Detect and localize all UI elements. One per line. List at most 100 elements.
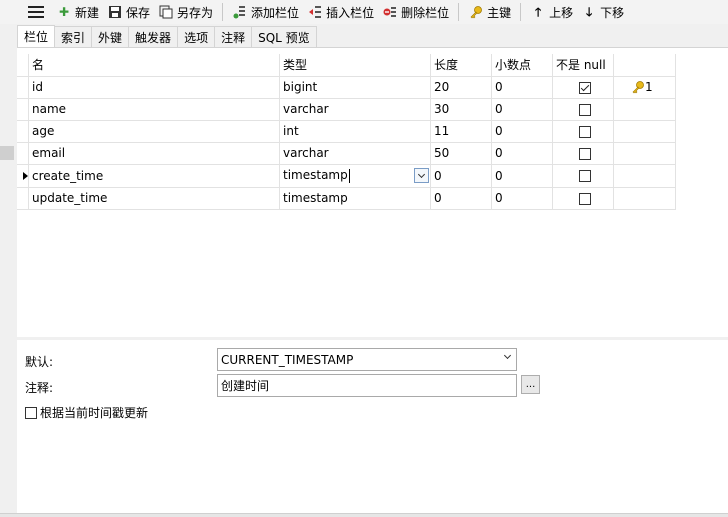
row-indicator (17, 142, 29, 165)
on-update-label: 根据当前时间戳更新 (40, 406, 149, 420)
save-button[interactable]: 保存 (103, 1, 154, 23)
not-null-cell (552, 142, 614, 165)
save-as-label: 另存为 (177, 5, 214, 20)
add-field-button[interactable]: 添加栏位 (228, 1, 303, 23)
not-null-cell (552, 187, 614, 210)
comment-input[interactable]: 创建时间 (217, 374, 517, 397)
key-cell[interactable] (613, 142, 676, 165)
tab-comment[interactable]: 注释 (214, 26, 253, 47)
tab-sql-preview[interactable]: SQL 预览 (251, 26, 317, 47)
key-cell[interactable]: 1 (613, 76, 676, 99)
table-row-selected[interactable]: create_time timestamp 0 0 (17, 164, 676, 188)
field-length-cell[interactable]: 0 (430, 164, 492, 188)
tab-bar: 栏位 索引 外键 触发器 选项 注释 SQL 预览 (17, 25, 317, 47)
not-null-checkbox[interactable] (579, 125, 591, 138)
not-null-checkbox[interactable] (579, 81, 591, 94)
delete-field-button[interactable]: 删除栏位 (378, 1, 453, 23)
toolbar-divider (458, 3, 460, 21)
field-name-cell[interactable]: name (28, 98, 280, 121)
field-decimals-cell[interactable]: 0 (491, 98, 553, 121)
key-cell[interactable] (613, 187, 676, 210)
default-select[interactable]: CURRENT_TIMESTAMP (217, 348, 517, 371)
add-field-icon (232, 4, 248, 20)
field-name-cell[interactable]: email (28, 142, 280, 165)
move-up-label: 上移 (549, 5, 574, 20)
hamburger-icon (28, 6, 44, 18)
not-null-checkbox[interactable] (579, 103, 591, 116)
not-null-cell (552, 76, 614, 99)
field-decimals-cell[interactable]: 0 (491, 187, 553, 210)
field-decimals-cell[interactable]: 0 (491, 142, 553, 165)
column-header-name[interactable]: 名 (28, 54, 280, 77)
tab-foreign-keys[interactable]: 外键 (91, 26, 130, 47)
on-update-checkbox[interactable] (25, 406, 37, 419)
comment-edit-button[interactable]: ... (521, 375, 540, 394)
primary-key-button[interactable]: 主键 (464, 1, 515, 23)
arrow-up-icon: 🡑 (534, 5, 542, 19)
field-length-cell[interactable]: 11 (430, 120, 492, 143)
header-row: 名 类型 长度 小数点 不是 null (17, 54, 676, 77)
comment-label: 注释: (25, 381, 54, 395)
field-type-value: timestamp (283, 168, 348, 183)
on-update-option[interactable]: 根据当前时间戳更新 (25, 404, 148, 421)
new-icon: ✚ (58, 5, 70, 19)
field-name-cell[interactable]: age (28, 120, 280, 143)
field-decimals-cell[interactable]: 0 (491, 164, 553, 188)
table-row[interactable]: update_time timestamp 0 0 (17, 187, 676, 210)
move-down-button[interactable]: 🡓 下移 (577, 1, 628, 23)
table-row[interactable]: name varchar 30 0 (17, 98, 676, 121)
not-null-cell (552, 98, 614, 121)
field-name-cell[interactable]: id (28, 76, 280, 99)
type-dropdown-button[interactable] (414, 168, 429, 183)
field-type-editor[interactable]: timestamp (279, 164, 431, 188)
menu-button[interactable] (0, 1, 52, 23)
not-null-cell (552, 120, 614, 143)
row-indicator (17, 76, 29, 99)
key-order: 1 (645, 80, 653, 94)
column-header-decimals[interactable]: 小数点 (491, 54, 553, 77)
current-row-arrow-icon (23, 171, 28, 180)
field-decimals-cell[interactable]: 0 (491, 76, 553, 99)
insert-field-label: 插入栏位 (326, 5, 375, 20)
field-length-cell[interactable]: 20 (430, 76, 492, 99)
table-row[interactable]: age int 11 0 (17, 120, 676, 143)
field-decimals-cell[interactable]: 0 (491, 120, 553, 143)
key-cell[interactable] (613, 164, 676, 188)
field-type-cell[interactable]: varchar (279, 142, 431, 165)
field-type-cell[interactable]: varchar (279, 98, 431, 121)
column-header-not-null[interactable]: 不是 null (552, 54, 614, 77)
gutter-marker (0, 146, 14, 160)
field-type-cell[interactable]: timestamp (279, 187, 431, 210)
not-null-checkbox[interactable] (579, 170, 591, 182)
save-as-button[interactable]: 另存为 (154, 1, 217, 23)
add-field-label: 添加栏位 (251, 5, 300, 20)
field-length-cell[interactable]: 50 (430, 142, 492, 165)
move-up-button[interactable]: 🡑 上移 (526, 1, 577, 23)
move-down-label: 下移 (600, 5, 625, 20)
column-header-length[interactable]: 长度 (430, 54, 492, 77)
table-row[interactable]: email varchar 50 0 (17, 142, 676, 165)
comment-value: 创建时间 (221, 379, 270, 393)
field-length-cell[interactable]: 30 (430, 98, 492, 121)
field-type-cell[interactable]: bigint (279, 76, 431, 99)
tab-fields[interactable]: 栏位 (17, 25, 56, 47)
key-cell[interactable] (613, 120, 676, 143)
column-header-type[interactable]: 类型 (279, 54, 431, 77)
toolbar-divider (222, 3, 224, 21)
tab-options[interactable]: 选项 (177, 26, 216, 47)
row-indicator (17, 98, 29, 121)
field-name-cell[interactable]: create_time (28, 164, 280, 188)
not-null-checkbox[interactable] (579, 147, 591, 160)
key-cell[interactable] (613, 98, 676, 121)
not-null-checkbox[interactable] (579, 192, 591, 205)
tab-indexes[interactable]: 索引 (54, 26, 93, 47)
table-row[interactable]: id bigint 20 0 1 (17, 76, 676, 99)
key-icon (468, 4, 484, 20)
field-type-cell[interactable]: int (279, 120, 431, 143)
field-length-cell[interactable]: 0 (430, 187, 492, 210)
field-name-cell[interactable]: update_time (28, 187, 280, 210)
tab-triggers[interactable]: 触发器 (128, 26, 179, 47)
insert-field-button[interactable]: 插入栏位 (303, 1, 378, 23)
save-as-icon (158, 4, 174, 20)
new-button[interactable]: ✚ 新建 (52, 1, 103, 23)
